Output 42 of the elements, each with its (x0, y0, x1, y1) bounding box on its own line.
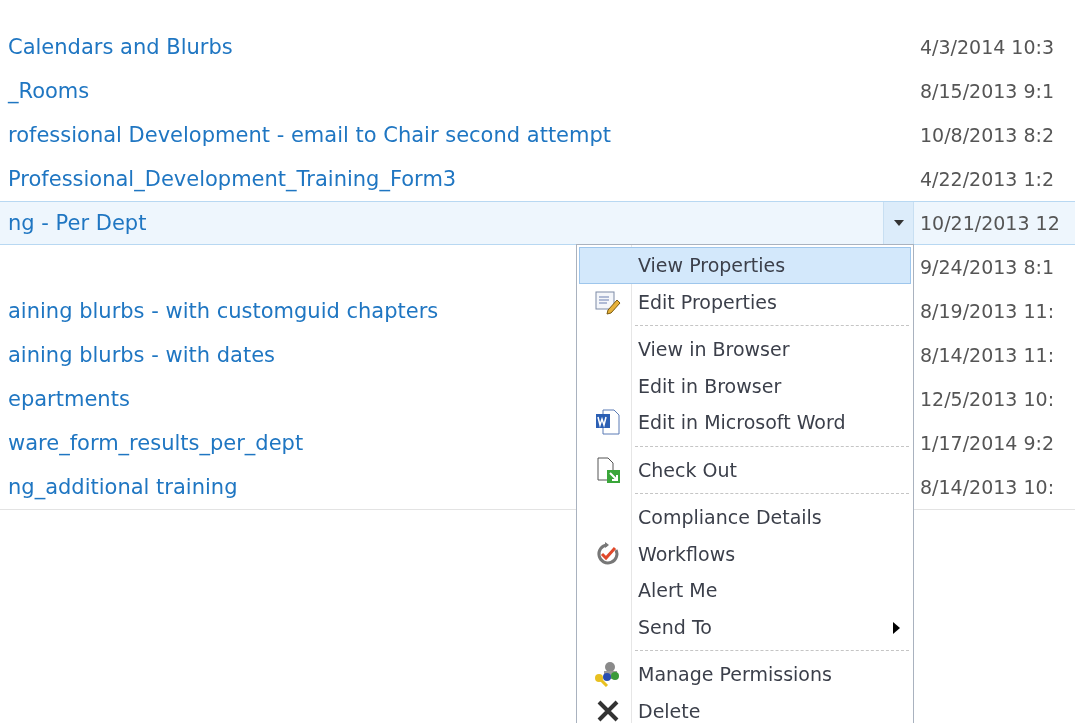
menu-item[interactable]: Alert Me (579, 572, 911, 609)
document-link[interactable]: _Rooms (0, 79, 90, 103)
form-pencil-icon (595, 288, 621, 315)
modified-date: 12/5/2013 10: (920, 388, 1055, 410)
caret-icon (893, 220, 904, 226)
modified-date: 4/22/2013 1:2 (920, 168, 1055, 190)
menu-item[interactable]: Workflows (579, 535, 911, 572)
menu-item[interactable]: Check Out (579, 451, 911, 488)
modified-date: 9/24/2013 8:1 (920, 256, 1055, 278)
document-link[interactable]: Calendars and Blurbs (0, 35, 233, 59)
menu-item[interactable]: Edit Properties (579, 283, 911, 320)
document-arrow-icon (595, 455, 621, 484)
document-link[interactable]: rofessional Development - email to Chair second attempt (0, 123, 612, 147)
menu-item[interactable]: Manage Permissions (579, 656, 911, 693)
modified-date: 8/15/2013 9:1 (920, 80, 1055, 102)
document-link[interactable]: aining blurbs - with dates (0, 343, 275, 367)
document-link[interactable]: ng - Per Dept (0, 211, 147, 235)
menu-item[interactable]: Compliance Details (579, 499, 911, 536)
document-link[interactable]: aining blurbs - with customguid chapters (0, 299, 439, 323)
menu-item[interactable]: Edit in Microsoft Word (579, 404, 911, 441)
modified-date: 4/3/2014 10:3 (920, 36, 1055, 58)
modified-date: 8/14/2013 11: (920, 344, 1055, 366)
menu-item[interactable]: Edit in Browser (579, 367, 911, 404)
modified-date: 1/17/2014 9:2 (920, 432, 1055, 454)
document-icon (595, 408, 621, 437)
selected-row[interactable]: ng - Per Dept 10/21/2013 12 (0, 201, 1075, 245)
permissions-icon (594, 661, 622, 688)
document-link[interactable]: ware_form_results_per_dept (0, 431, 304, 455)
menu-item[interactable]: Send To (579, 608, 911, 645)
modified-date: 8/14/2013 10: (920, 476, 1055, 498)
modified-date: 8/19/2013 11: (920, 300, 1055, 322)
delete-icon (597, 699, 619, 722)
dropdown-button[interactable] (883, 202, 913, 244)
document-link[interactable]: epartments (0, 387, 130, 411)
modified-date: 10/21/2013 12 (920, 212, 1060, 234)
workflow-check-icon (595, 540, 621, 567)
menu-item[interactable]: View in Browser (579, 331, 911, 368)
menu-item[interactable]: View Properties (579, 247, 911, 284)
modified-date: 10/8/2013 8:2 (920, 124, 1055, 146)
menu-item[interactable]: Delete (579, 692, 911, 723)
document-link[interactable]: Professional_Development_Training_Form3 (0, 167, 457, 191)
document-link[interactable]: ng_additional training (0, 475, 238, 499)
